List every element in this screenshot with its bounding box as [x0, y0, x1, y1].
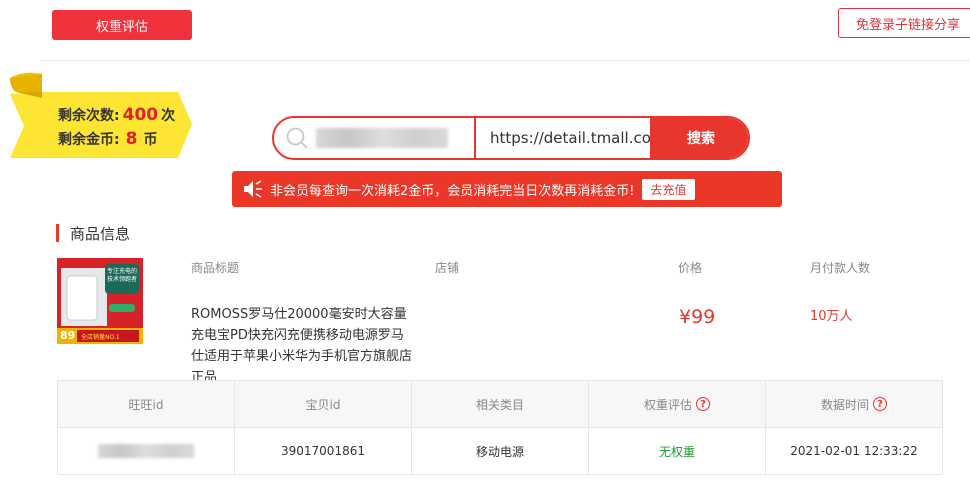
recharge-button[interactable]: 去充值 — [642, 178, 695, 200]
td-data-time: 2021-02-01 12:33:22 — [790, 444, 918, 458]
share-link-button[interactable]: 免登录子链接分享 — [838, 8, 970, 38]
notice-text: 非会员每查询一次消耗2金币，会员消耗完当日次数再消耗金币! — [270, 183, 635, 199]
header-title: 商品标题 — [191, 261, 240, 275]
th-item-id: 宝贝id — [235, 381, 412, 427]
thumb-price: 89 — [60, 329, 76, 342]
section-accent — [56, 224, 59, 242]
product-title[interactable]: ROMOSS罗马仕20000毫安时大容量充电宝PD快充闪充便携移动电源罗马 仕适… — [191, 304, 413, 388]
times-label: 剩余次数: — [58, 108, 120, 124]
coins-unit: 币 — [143, 132, 158, 148]
td-category: 移动电源 — [412, 428, 589, 474]
speaker-icon — [244, 180, 262, 198]
thumb-badge: 专注充电的技术领跑者 — [107, 268, 138, 283]
quota-panel: 剩余次数: 400 次 剩余金币: 8 币 — [58, 103, 175, 151]
search-bar: 搜索 — [272, 116, 750, 160]
search-button[interactable]: 搜索 — [650, 118, 748, 158]
table-row: 39017001861 移动电源 无权重 2021-02-01 12:33:22 — [58, 428, 942, 474]
td-item-id: 39017001861 — [235, 428, 412, 474]
th-weight: 权重评估 ? — [589, 381, 766, 427]
times-unit: 次 — [161, 108, 176, 124]
coins-label: 剩余金币: — [58, 132, 120, 148]
notice-bar: 非会员每查询一次消耗2金币，会员消耗完当日次数再消耗金币! 去充值 — [232, 171, 782, 207]
th-wangwang-id: 旺旺id — [58, 381, 235, 427]
top-divider — [40, 60, 970, 61]
table-header-row: 旺旺id 宝贝id 相关类目 权重评估 ? 数据时间 ? — [58, 381, 942, 428]
product-thumbnail[interactable]: 专注充电的技术领跑者 89 全店销量NO.1 — [57, 258, 143, 344]
blurred-text — [316, 128, 448, 148]
item-data-table: 旺旺id 宝贝id 相关类目 权重评估 ? 数据时间 ? 39017001861… — [57, 380, 943, 475]
times-value: 400 — [122, 105, 159, 125]
url-input[interactable] — [490, 118, 650, 158]
product-price: ¥99 — [679, 306, 716, 328]
help-icon[interactable]: ? — [873, 397, 887, 411]
section-title: 商品信息 — [70, 225, 131, 243]
header-price: 价格 — [678, 261, 703, 275]
td-weight: 无权重 — [589, 428, 766, 474]
search-icon — [286, 127, 308, 149]
search-type-field[interactable] — [274, 118, 476, 158]
td-wangwang-id — [58, 428, 235, 474]
blurred-text — [98, 444, 194, 458]
thumb-footer: 全店销量NO.1 — [81, 334, 120, 341]
help-icon[interactable]: ? — [696, 397, 710, 411]
monthly-sales: 10万人 — [810, 309, 853, 324]
th-data-time: 数据时间 ? — [766, 381, 942, 427]
weight-eval-button[interactable]: 权重评估 — [52, 10, 192, 40]
header-shop: 店铺 — [435, 261, 460, 275]
header-monthly: 月付款人数 — [810, 261, 871, 275]
th-category: 相关类目 — [412, 381, 589, 427]
coins-value: 8 — [125, 129, 138, 149]
